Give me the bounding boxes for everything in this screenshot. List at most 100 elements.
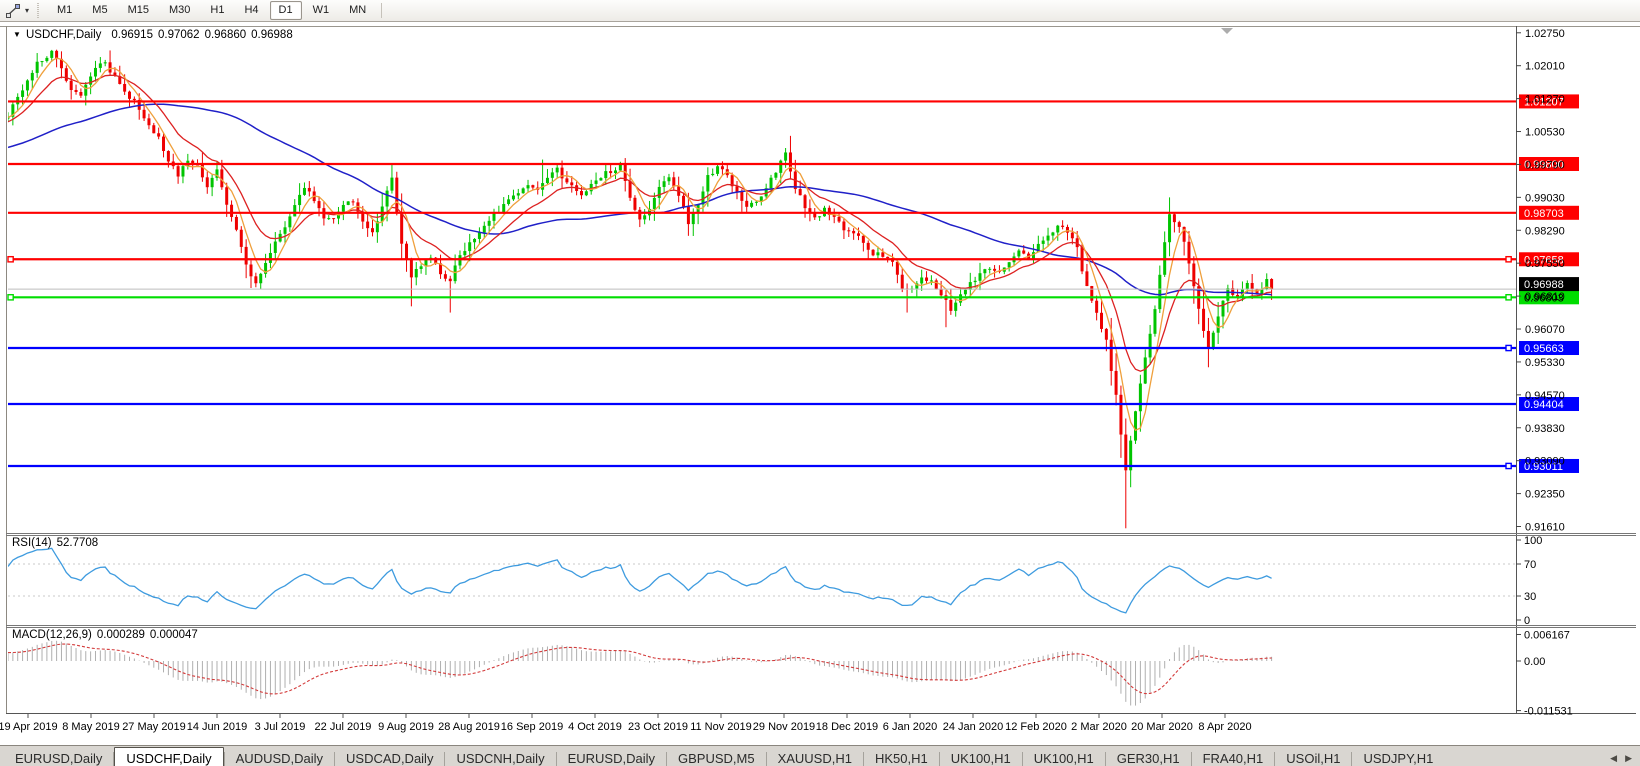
chart-tab-bar: EURUSD,Daily USDCHF,Daily AUDUSD,Daily USDC… bbox=[0, 745, 1640, 766]
chart-tab-usdcnh-daily[interactable]: USDCNH,Daily bbox=[445, 748, 555, 766]
chart-tab-usdchf-daily[interactable]: USDCHF,Daily bbox=[114, 747, 224, 766]
line-studies-icon[interactable] bbox=[2, 2, 24, 20]
hline-0.96803[interactable]: 0.96803 bbox=[7, 290, 1579, 305]
date-tick-label: 28 Aug 2019 bbox=[438, 721, 500, 733]
tabs-scroll-right-icon[interactable]: ▶ bbox=[1625, 753, 1632, 764]
date-tick-label: 8 Apr 2020 bbox=[1198, 721, 1251, 733]
moving-average-lines bbox=[8, 57, 1272, 432]
hline-1.01207[interactable]: 1.01207 bbox=[8, 94, 1579, 109]
timeframe-button-w1[interactable]: W1 bbox=[304, 1, 339, 20]
timeframe-button-mn[interactable]: MN bbox=[340, 1, 375, 20]
date-tick-label: 3 Jul 2019 bbox=[255, 721, 306, 733]
horizontal-level-lines[interactable]: 1.012070.998000.987030.976580.968030.956… bbox=[7, 94, 1579, 473]
chart-tab-uk100-h1[interactable]: UK100,H1 bbox=[1023, 748, 1105, 766]
date-tick-label: 19 Apr 2019 bbox=[0, 721, 58, 733]
price-tick-label: 1.01270 bbox=[1525, 94, 1565, 106]
chart-tab-fra40-h1[interactable]: FRA40,H1 bbox=[1192, 748, 1275, 766]
price-tick-label: 0.97550 bbox=[1525, 258, 1565, 270]
rsi-line bbox=[8, 547, 1272, 614]
timeframe-button-m30[interactable]: M30 bbox=[160, 1, 199, 20]
timeframe-button-m5[interactable]: M5 bbox=[83, 1, 116, 20]
macd-tick-label: 0.006167 bbox=[1524, 629, 1570, 641]
price-tick-label: 0.93090 bbox=[1525, 456, 1565, 468]
toolbar-separator bbox=[381, 3, 383, 18]
hline-0.94404[interactable]: 0.94404 bbox=[8, 397, 1579, 412]
date-tick-label: 24 Jan 2020 bbox=[943, 721, 1004, 733]
price-tick-label: 0.95330 bbox=[1525, 357, 1565, 369]
rsi-tick-label: 70 bbox=[1524, 559, 1536, 571]
rsi-label: RSI(14) 52.7708 bbox=[12, 537, 98, 549]
chart-windows: 1.012070.998000.987030.976580.968030.956… bbox=[0, 26, 1640, 733]
date-tick-label: 14 Jun 2019 bbox=[187, 721, 248, 733]
time-axis[interactable]: 19 Apr 2019 8 May 2019 27 May 2019 14 Jun 2… bbox=[0, 714, 1252, 733]
rsi-tick-label: 100 bbox=[1524, 535, 1542, 547]
chart-tab-ger30-h1[interactable]: GER30,H1 bbox=[1106, 748, 1191, 766]
date-tick-label: 12 Feb 2020 bbox=[1005, 721, 1067, 733]
date-tick-label: 29 Nov 2019 bbox=[753, 721, 815, 733]
price-tick-label: 1.00530 bbox=[1525, 127, 1565, 139]
date-tick-label: 27 May 2019 bbox=[122, 721, 186, 733]
price-tick-label: 0.96810 bbox=[1525, 291, 1565, 303]
window-borders bbox=[0, 26, 1640, 714]
chart-tab-eurusd-daily[interactable]: EURUSD,Daily bbox=[557, 748, 666, 766]
chart-shift-marker-icon[interactable] bbox=[1221, 28, 1233, 34]
toolbar-grip[interactable] bbox=[36, 3, 42, 18]
current-price-label: 0.96988 bbox=[1524, 279, 1564, 291]
chart-collapse-icon[interactable]: ▼ bbox=[13, 30, 21, 39]
chart-tab-xauusd-h1[interactable]: XAUUSD,H1 bbox=[767, 748, 863, 766]
timeframe-button-m1[interactable]: M1 bbox=[48, 1, 81, 20]
chart-tab-hk50-h1[interactable]: HK50,H1 bbox=[864, 748, 939, 766]
date-tick-label: 4 Oct 2019 bbox=[568, 721, 622, 733]
ma-fast-line bbox=[8, 57, 1272, 432]
macd-tick-label: -0.011531 bbox=[1524, 706, 1573, 718]
price-tick-label: 0.91610 bbox=[1525, 522, 1565, 534]
price-tick-label: 0.99030 bbox=[1525, 192, 1565, 204]
date-tick-label: 6 Jan 2020 bbox=[883, 721, 937, 733]
hline-price-label: 0.98703 bbox=[1524, 208, 1564, 220]
date-tick-label: 8 May 2019 bbox=[62, 721, 119, 733]
hline-0.98703[interactable]: 0.98703 bbox=[8, 205, 1579, 220]
hline-0.93011[interactable]: 0.93011 bbox=[8, 458, 1579, 473]
rsi-tick-label: 0 bbox=[1524, 615, 1530, 627]
date-tick-label: 22 Jul 2019 bbox=[315, 721, 372, 733]
chart-tab-usdcad-daily[interactable]: USDCAD,Daily bbox=[335, 748, 444, 766]
macd-indicator bbox=[8, 640, 1273, 706]
macd-tick-label: 0.00 bbox=[1524, 656, 1545, 668]
mt4-window: { "toolbar": { "tool_icon": "line-studie… bbox=[0, 0, 1640, 766]
hline-0.95663[interactable]: 0.95663 bbox=[8, 341, 1579, 356]
rsi-tick-label: 30 bbox=[1524, 591, 1536, 603]
tabs-scroll-left-icon[interactable]: ◀ bbox=[1610, 753, 1617, 764]
price-tick-label: 0.98290 bbox=[1525, 225, 1565, 237]
price-tick-label: 0.96070 bbox=[1525, 324, 1565, 336]
chart-tab-gbpusd-m5[interactable]: GBPUSD,M5 bbox=[667, 748, 766, 766]
chart-title: USDCHF,Daily 0.96915 0.97062 0.96860 0.96988 bbox=[26, 29, 293, 41]
date-tick-label: 16 Sep 2019 bbox=[501, 721, 563, 733]
hline-0.97658[interactable]: 0.97658 bbox=[7, 252, 1579, 267]
macd-label: MACD(12,26,9) 0.000289 0.000047 bbox=[12, 629, 198, 641]
macd-axis: 0.006167 0.00 -0.011531 bbox=[1516, 629, 1573, 718]
date-tick-label: 18 Dec 2019 bbox=[816, 721, 878, 733]
chart-tab-uk100-h1[interactable]: UK100,H1 bbox=[940, 748, 1022, 766]
price-tick-label: 1.02750 bbox=[1525, 28, 1565, 40]
chart-tab-eurusd-daily[interactable]: EURUSD,Daily bbox=[4, 748, 113, 766]
date-tick-label: 23 Oct 2019 bbox=[628, 721, 688, 733]
chart-tab-usdjpy-h1[interactable]: USDJPY,H1 bbox=[1352, 748, 1444, 766]
chart-tab-usoil-h1[interactable]: USOil,H1 bbox=[1275, 748, 1351, 766]
price-tick-label: 1.02010 bbox=[1525, 61, 1565, 73]
price-tick-label: 0.99790 bbox=[1525, 159, 1565, 171]
date-tick-label: 20 Mar 2020 bbox=[1131, 721, 1193, 733]
current-price-line: 0.96988 bbox=[8, 277, 1579, 292]
price-tick-label: 0.93830 bbox=[1525, 423, 1565, 435]
timeframe-button-m15[interactable]: M15 bbox=[119, 1, 158, 20]
timeframe-button-d1[interactable]: D1 bbox=[269, 1, 302, 20]
rsi-indicator bbox=[8, 547, 1516, 614]
timeframe-button-h1[interactable]: H1 bbox=[201, 1, 233, 20]
hline-price-label: 0.95663 bbox=[1524, 343, 1564, 355]
price-tick-label: 0.92350 bbox=[1525, 489, 1565, 501]
date-tick-label: 9 Aug 2019 bbox=[378, 721, 434, 733]
date-tick-label: 11 Nov 2019 bbox=[690, 721, 752, 733]
chart-tab-audusd-daily[interactable]: AUDUSD,Daily bbox=[225, 748, 334, 766]
timeframe-button-h4[interactable]: H4 bbox=[235, 1, 267, 20]
tool-dropdown-caret-icon[interactable]: ▾ bbox=[25, 6, 29, 15]
date-tick-label: 2 Mar 2020 bbox=[1071, 721, 1127, 733]
